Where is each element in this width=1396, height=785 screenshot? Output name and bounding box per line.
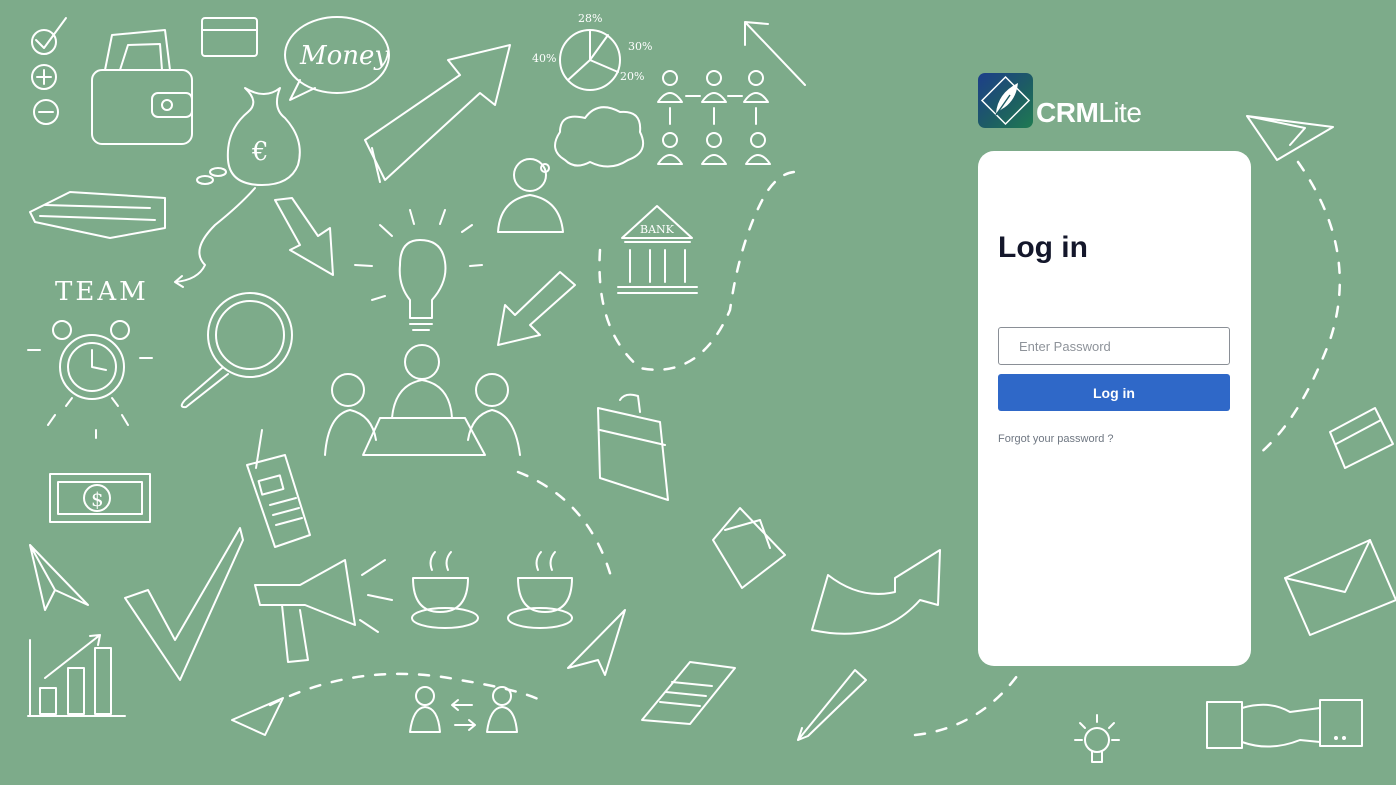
svg-text:20%: 20% <box>620 70 644 83</box>
team-label: TEAM <box>55 277 149 307</box>
cash-stack-icon <box>29 191 166 239</box>
people-exchange-icon <box>409 686 518 733</box>
svg-text:Money: Money <box>299 41 389 71</box>
diagonal-arrow-icon <box>497 271 576 346</box>
bank-building-icon: BANK <box>617 205 698 294</box>
forgot-password-link[interactable]: Forgot your password ? <box>998 433 1114 445</box>
thinking-man-icon <box>497 158 564 233</box>
svg-text:$: $ <box>91 487 104 511</box>
dashed-path <box>913 670 1022 737</box>
dollar-bill-icon: $ <box>49 473 151 523</box>
check-circle-icon <box>31 17 67 55</box>
minus-circle-icon <box>33 99 59 125</box>
pie-chart-icon: 28% 30% 40% 20% <box>532 12 652 91</box>
briefcase-icon <box>597 393 669 501</box>
brand-logo: CRMLite <box>978 72 1142 128</box>
paper-plane-icon <box>1246 115 1334 161</box>
euro-money-bag-icon: € <box>196 87 301 186</box>
people-network-icon <box>657 70 771 165</box>
svg-text:28%: 28% <box>578 12 602 25</box>
svg-text:€: € <box>251 137 269 167</box>
magnifying-glass-icon <box>180 292 293 409</box>
svg-text:40%: 40% <box>532 52 556 65</box>
pencil-icon <box>797 669 867 741</box>
team-meeting-icon <box>324 344 521 456</box>
dashed-path <box>1256 160 1341 457</box>
feather-quill-icon <box>978 73 1033 128</box>
bar-chart-icon <box>27 634 126 717</box>
documents-icon <box>641 661 736 725</box>
mobile-phone-icon <box>246 429 311 548</box>
paper-plane-icon <box>29 544 89 611</box>
big-checkmark-icon <box>124 527 244 681</box>
down-arrow-icon <box>274 197 334 276</box>
small-bulb-icon <box>1074 714 1120 763</box>
light-bulb-icon <box>354 209 483 331</box>
alarm-clock-icon <box>27 320 153 439</box>
open-envelope-icon <box>712 507 786 589</box>
coffee-cup-icon <box>507 551 573 629</box>
app-name: CRMLite <box>1036 97 1142 128</box>
password-input[interactable] <box>998 327 1230 365</box>
dotted-arrow-icon <box>744 21 806 86</box>
money-speech-bubble: Money <box>284 16 390 101</box>
dashed-path <box>268 672 542 707</box>
envelope-icon <box>1284 539 1396 636</box>
wallet-icon <box>91 29 193 145</box>
svg-text:BANK: BANK <box>640 223 675 236</box>
credit-card-icon <box>201 17 258 57</box>
login-card: Log in Log in Forgot your password ? <box>978 151 1251 666</box>
curved-arrow <box>174 187 256 288</box>
paper-plane-icon <box>567 609 626 676</box>
dashed-path <box>516 470 614 582</box>
credit-card-icon <box>1329 407 1394 469</box>
login-title: Log in <box>998 231 1088 264</box>
megaphone-icon <box>254 559 393 663</box>
curved-arrow-icon <box>811 549 941 635</box>
login-button[interactable]: Log in <box>998 374 1230 411</box>
coffee-cup-icon <box>411 551 479 629</box>
thought-cloud-icon <box>540 106 644 173</box>
svg-text:30%: 30% <box>628 40 652 53</box>
handshake-icon <box>1206 699 1363 749</box>
plus-circle-icon <box>31 64 57 90</box>
